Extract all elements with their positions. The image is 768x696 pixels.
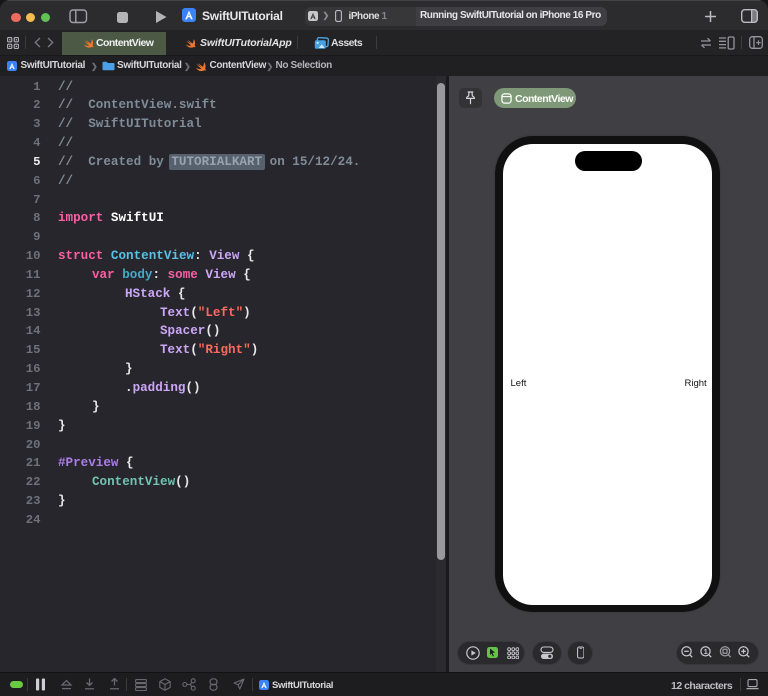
svg-text:1: 1 — [704, 647, 708, 656]
